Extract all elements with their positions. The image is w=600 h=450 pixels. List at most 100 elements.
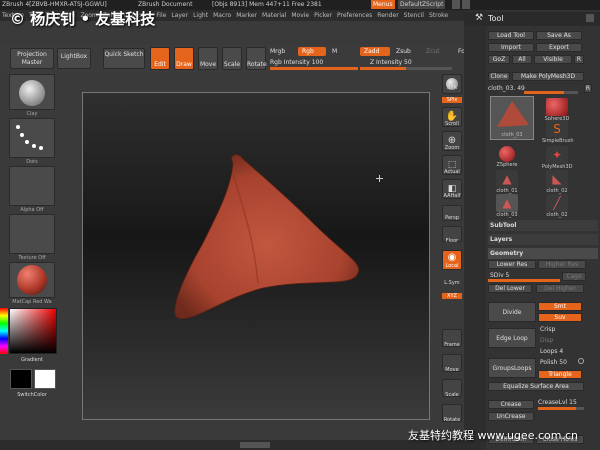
suv-toggle[interactable]: Suv [538,313,582,322]
export-button[interactable]: Export [536,43,582,52]
tool-thumb-cloth02-b[interactable]: ╱ cloth_02 [542,194,572,218]
current-tool-track[interactable] [524,91,578,94]
tool-r-button[interactable]: R [584,84,592,93]
make-polymesh-button[interactable]: Make PolyMesh3D [512,72,584,81]
rotate-button[interactable]: Rotate [246,47,267,70]
mrgb-toggle[interactable]: Mrgb [270,48,285,55]
z-intensity-track[interactable] [360,67,452,70]
m-toggle[interactable]: M [332,48,337,55]
current-tool-thumbnail[interactable]: cloth_03 [490,96,534,140]
edge-loop-button[interactable]: Edge Loop [488,328,536,348]
crisp-toggle[interactable]: Crisp [540,326,555,333]
rgb-intensity-slider[interactable]: Rgb Intensity 100 [270,59,323,66]
menu-item[interactable]: File [156,12,166,19]
del-lower-button[interactable]: Del Lower [488,284,532,293]
tool-thumb-zsphere[interactable]: ZSphere [492,146,522,168]
rgb-intensity-track[interactable] [270,67,358,70]
menu-item[interactable]: Macro [213,12,231,19]
save-as-button[interactable]: Save As [536,31,582,40]
z-intensity-slider[interactable]: Z Intensity 50 [370,59,412,66]
xyz-button[interactable]: XYZ [442,293,462,299]
zadd-toggle[interactable]: Zadd [360,47,390,56]
divide-button[interactable]: Divide [488,302,536,322]
triangle-toggle[interactable]: Triangle [538,370,582,379]
menu-item[interactable]: Stroke [429,12,448,19]
cage-button[interactable]: Cage [562,272,586,281]
tool-thumb-cloth02[interactable]: ◣ cloth_02 [542,170,572,194]
tool-thumb-cloth01[interactable]: ▲ cloth_01 [492,170,522,194]
lower-res-button[interactable]: Lower Res [488,260,536,269]
equalize-surface-button[interactable]: Equalize Surface Area [488,382,584,391]
visible-button[interactable]: Visible [534,55,572,64]
clone-button[interactable]: Clone [488,72,510,81]
tray-divider[interactable] [464,10,486,450]
tool-thumb-polymesh3d[interactable]: ✦ PolyMesh3D [542,146,572,170]
texture-thumbnail[interactable] [9,214,55,254]
zsub-toggle[interactable]: Zsub [396,48,411,55]
secondary-color-swatch[interactable] [34,369,56,389]
menu-item[interactable]: Picker [314,12,332,19]
lightbox-button[interactable]: LightBox [57,48,91,69]
spix-button[interactable]: SPix [442,97,462,103]
higher-res-button[interactable]: Higher Res [538,260,586,269]
tool-thumb-cloth03[interactable]: ▲ cloth_03 [492,194,522,218]
menu-item[interactable]: Layer [171,12,188,19]
disp-toggle[interactable]: Disp [540,337,553,344]
all-button[interactable]: All [512,55,532,64]
loops-slider[interactable]: Loops 4 [540,348,563,355]
zcut-toggle[interactable]: Zcut [426,48,440,55]
scale-button[interactable]: Scale [222,47,242,70]
projection-master-button[interactable]: Projection Master [10,48,54,69]
close-icon[interactable] [462,0,470,9]
layers-section[interactable]: Layers [488,234,598,245]
menu-item[interactable]: Preferences [337,12,372,19]
menu-item[interactable]: Stencil [404,12,424,19]
menu-item[interactable]: Marker [236,12,257,19]
default-zscript-button[interactable]: DefaultZScript [398,0,446,9]
geometry-section[interactable]: Geometry [488,248,598,259]
menus-button[interactable]: Menus [371,0,395,9]
tool-thumb-simplebrush[interactable]: S SimpleBrush [542,120,574,144]
load-tool-button[interactable]: Load Tool [488,31,534,40]
crease-level-track[interactable] [538,407,584,410]
switchcolor-label[interactable]: SwitchColor [9,392,55,398]
crease-button[interactable]: Crease [488,400,534,409]
cloth-model[interactable] [83,93,429,419]
minimize-icon[interactable] [452,0,460,9]
groups-loops-button[interactable]: GroupsLoops [488,358,536,378]
quick-sketch-button[interactable]: Quick Sketch [103,48,145,69]
brush-thumbnail[interactable] [9,74,55,110]
r-button[interactable]: R [574,55,584,64]
rgb-toggle[interactable]: Rgb [298,47,326,56]
polish-slider[interactable]: Polish 50 [540,359,567,366]
goz-button[interactable]: GoZ [488,55,510,64]
panel-close-icon[interactable] [586,14,594,22]
sdiv-track[interactable] [488,279,560,282]
alpha-thumbnail[interactable] [9,166,55,206]
material-thumbnail[interactable] [9,262,55,298]
main-color-swatch[interactable] [10,369,32,389]
polish-dot-icon[interactable] [578,358,584,364]
draw-button[interactable]: Draw [174,47,194,70]
subtool-section[interactable]: SubTool [488,220,598,231]
smt-toggle[interactable]: Smt [538,302,582,311]
stroke-thumbnail[interactable] [9,118,55,158]
menu-item[interactable]: Render [377,12,398,19]
bpr-button[interactable] [442,74,462,94]
crease-level-slider[interactable]: CreaseLvl 15 [538,399,577,406]
import-button[interactable]: Import [488,43,534,52]
del-higher-button[interactable]: Del Higher [536,284,584,293]
menu-item[interactable]: Material [262,12,286,19]
menu-item[interactable]: Movie [291,12,309,19]
color-picker[interactable] [9,308,57,354]
menu-item[interactable]: Light [193,12,208,19]
lsym-button[interactable]: L.Sym [440,280,464,286]
sdiv-slider[interactable]: SDiv 5 [490,272,509,279]
tool-thumb-sphere3d[interactable]: Sphere3D [542,98,572,122]
canvas-viewport[interactable] [82,92,430,420]
hue-strip[interactable] [0,308,8,354]
uncrease-button[interactable]: UnCrease [488,412,534,421]
bottom-tray-handle[interactable] [240,442,270,448]
edit-button[interactable]: Edit [150,47,170,70]
move-button[interactable]: Move [198,47,218,70]
